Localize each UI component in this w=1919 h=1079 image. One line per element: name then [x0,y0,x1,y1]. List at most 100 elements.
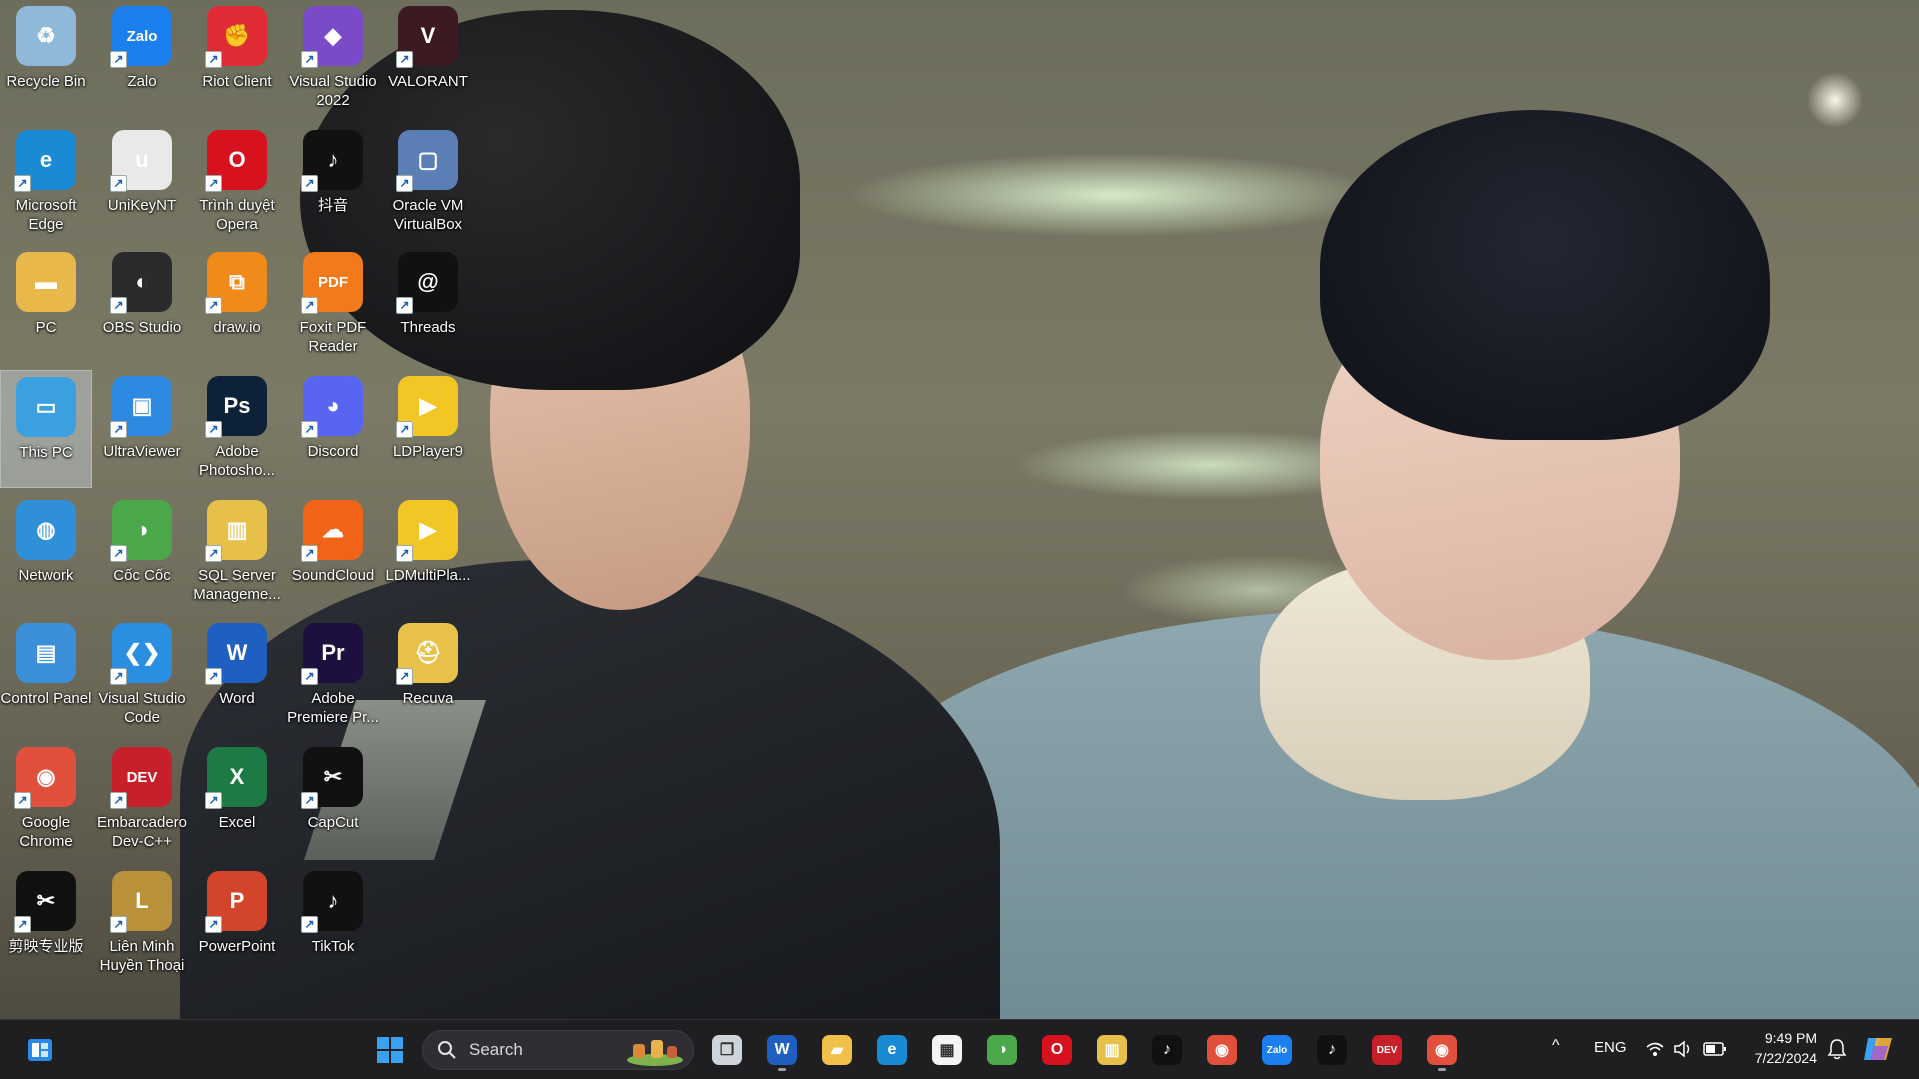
desktop-icon-virtualbox[interactable]: ▢ ↗ Oracle VM VirtualBox [382,124,474,242]
desktop-icon-riot-client[interactable]: ✊ ↗ Riot Client [191,0,283,118]
desktop-icon-unikey[interactable]: u ↗ UniKeyNT [96,124,188,242]
widgets-button[interactable] [18,1028,62,1072]
desktop-icon-label: Foxit PDF Reader [299,319,367,355]
desktop-icon-recycle-bin[interactable]: ♻ Recycle Bin [0,0,92,118]
input-language-indicator[interactable]: ENG [1594,1039,1627,1056]
shortcut-arrow-icon: ↗ [205,792,222,809]
desktop-icon-threads[interactable]: @ ↗ Threads [382,246,474,364]
shortcut-arrow-icon: ↗ [301,916,318,933]
desktop-icon-word[interactable]: W ↗ Word [191,617,283,735]
desktop-icon-network[interactable]: ◍ Network [0,494,92,612]
desktop-icon-photoshop[interactable]: Ps ↗ Adobe Photosho... [191,370,283,488]
desktop-icon-label: OBS Studio [102,319,182,336]
battery-icon[interactable] [1703,1041,1727,1057]
edge-taskbar-button[interactable]: e [870,1028,914,1072]
word-taskbar-icon: W [767,1035,797,1065]
desktop-icon-league[interactable]: L ↗ Liên Minh Huyền Thoại [96,865,188,983]
desktop-icon-discord[interactable]: ◕ ↗ Discord [287,370,379,488]
desktop-icon-recuva[interactable]: ⛑ ↗ Recuva [382,617,474,735]
zalo-taskbar-button[interactable]: Zalo [1255,1028,1299,1072]
windows-logo-icon [377,1037,403,1063]
ldmultiplayer-icon: ▶ ↗ [396,500,458,562]
desktop-icon-tiktok[interactable]: ♪ ↗ TikTok [287,865,379,983]
desktop-icon-capcut-pro[interactable]: ✂ ↗ 剪映专业版 [0,865,92,983]
icon-glyph: u [135,147,149,172]
chrome-profile-taskbar-button[interactable]: ◉ [1420,1028,1464,1072]
taskbar: Search ❐ W ▰ e ▦ ◑ O ▥ ♪ ◉ Zalo ♪ DEV ◉ ^ ENG 9:49 PM… [0,1019,1919,1079]
desktop-icon-label: draw.io [213,319,261,336]
wifi-icon[interactable] [1645,1040,1665,1058]
shortcut-arrow-icon: ↗ [110,916,127,933]
devcpp-taskbar-button[interactable]: DEV [1365,1028,1409,1072]
icon-glyph: ▶ [419,393,437,418]
microsoft-store-button[interactable]: ▦ [925,1028,969,1072]
shortcut-arrow-icon: ↗ [110,51,127,68]
desktop-icon-capcut[interactable]: ✂ ↗ CapCut [287,741,379,859]
desktop-icon-label: SoundCloud [291,567,375,584]
desktop-icon-control-panel[interactable]: ▤ Control Panel [0,617,92,735]
desktop-icon-obs[interactable]: ◐ ↗ OBS Studio [96,246,188,364]
desktop-icon-visual-studio[interactable]: ◆ ↗ Visual Studio 2022 [287,0,379,118]
desktop-icon-this-pc[interactable]: ▭ This PC [0,370,92,488]
shortcut-arrow-icon: ↗ [110,668,127,685]
shortcut-arrow-icon: ↗ [396,51,413,68]
opera-icon: O ↗ [205,130,267,192]
desktop-icon-excel[interactable]: X ↗ Excel [191,741,283,859]
microsoft-store-icon: ▦ [932,1035,962,1065]
desktop-icon-ldmultiplayer[interactable]: ▶ ↗ LDMultiPla... [382,494,474,612]
desktop-icon-label: 剪映专业版 [8,938,84,955]
desktop-icon-douyin[interactable]: ♪ ↗ 抖音 [287,124,379,242]
desktop-icon-powerpoint[interactable]: P ↗ PowerPoint [191,865,283,983]
desktop-icon-drawio[interactable]: ⧉ ↗ draw.io [191,246,283,364]
desktop-icon-ultraviewer[interactable]: ▣ ↗ UltraViewer [96,370,188,488]
desktop-icon-label: Excel [218,814,256,831]
opera-taskbar-button[interactable]: O [1035,1028,1079,1072]
coccoc-taskbar-button[interactable]: ◑ [980,1028,1024,1072]
desktop-icon-valorant[interactable]: V ↗ VALORANT [382,0,474,118]
icon-glyph: ⛑ [414,640,442,665]
desktop-icon-edge[interactable]: e ↗ Microsoft Edge [0,124,92,242]
desktop-icon-label: 抖音 [317,197,348,214]
icon-glyph: ◍ [36,517,56,542]
desktop-icon-devcpp[interactable]: DEV ↗ Embarcadero Dev-C++ [96,741,188,859]
threads-icon: @ ↗ [396,252,458,314]
sql-server-taskbar-button[interactable]: ▥ [1090,1028,1134,1072]
chrome-taskbar-button[interactable]: ◉ [1200,1028,1244,1072]
sql-server-taskbar-icon: ▥ [1097,1035,1127,1065]
desktop-icon-premiere[interactable]: Pr ↗ Adobe Premiere Pr... [287,617,379,735]
icon-glyph: PDF [318,273,348,291]
douyin-taskbar-button[interactable]: ♪ [1145,1028,1189,1072]
clock-date[interactable]: 7/22/2024 [1746,1050,1817,1066]
desktop-icon-foxit[interactable]: PDF ↗ Foxit PDF Reader [287,246,379,364]
capcut-icon: ✂ ↗ [301,747,363,809]
desktop-icon-chrome[interactable]: ◉ ↗ Google Chrome [0,741,92,859]
tiktok-taskbar-button[interactable]: ♪ [1310,1028,1354,1072]
desktop-icon-coccoc[interactable]: ◑ ↗ Cốc Cốc [96,494,188,612]
desktop-icon-label: Oracle VM VirtualBox [392,197,464,233]
desktop-icon-opera[interactable]: O ↗ Trình duyệt Opera [191,124,283,242]
premiere-icon: Pr ↗ [301,623,363,685]
file-explorer-button[interactable]: ▰ [815,1028,859,1072]
volume-icon[interactable] [1673,1040,1693,1058]
desktop-icon-sql-server[interactable]: ▥ ↗ SQL Server Manageme... [191,494,283,612]
show-hidden-icons-chevron-icon[interactable]: ^ [1552,1037,1560,1055]
desktop-icon-soundcloud[interactable]: ☁ ↗ SoundCloud [287,494,379,612]
icon-glyph: P [229,888,245,913]
copilot-icon[interactable] [1862,1034,1894,1064]
vscode-icon: ❮❯ ↗ [110,623,172,685]
desktop-icon-label: SQL Server Manageme... [193,567,281,603]
desktop-icon-folder[interactable]: ▬ PC [0,246,92,364]
desktop-icon-zalo[interactable]: Zalo ↗ Zalo [96,0,188,118]
notification-bell-icon[interactable] [1827,1038,1847,1060]
clock-time[interactable]: 9:49 PM [1757,1030,1817,1046]
task-view-button[interactable]: ❐ [705,1028,749,1072]
folder-icon: ▬ [16,252,76,312]
desktop-icon-ldplayer[interactable]: ▶ ↗ LDPlayer9 [382,370,474,488]
shortcut-arrow-icon: ↗ [205,421,222,438]
shortcut-arrow-icon: ↗ [301,51,318,68]
word-taskbar-button[interactable]: W [760,1028,804,1072]
desktop-icon-label: Control Panel [0,690,92,707]
start-button[interactable] [368,1028,412,1072]
taskbar-search-box[interactable]: Search [422,1030,694,1070]
desktop-icon-vscode[interactable]: ❮❯ ↗ Visual Studio Code [96,617,188,735]
